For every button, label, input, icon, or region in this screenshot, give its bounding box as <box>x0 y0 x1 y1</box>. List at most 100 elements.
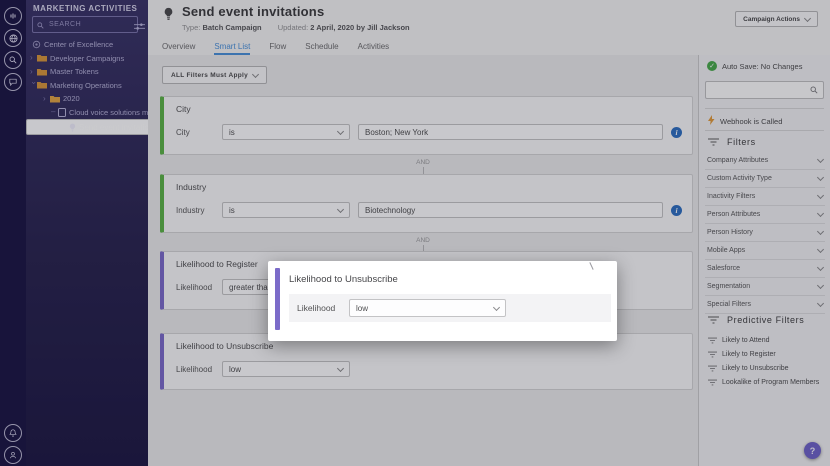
filter-sliders-icon[interactable] <box>134 18 145 36</box>
funnel-icon <box>708 365 717 372</box>
filter-group-person-attributes[interactable]: Person Attributes <box>705 206 825 224</box>
chevron-down-icon[interactable]: › <box>30 82 39 89</box>
filter-card-city: City City is i <box>160 96 693 155</box>
globe-icon[interactable] <box>4 29 22 47</box>
sidebar-search-input[interactable] <box>47 20 121 29</box>
tree-item-developer-campaigns[interactable]: › Developer Campaigns <box>26 52 148 66</box>
predictive-label: Likely to Register <box>722 350 776 358</box>
filter-group-special-filters[interactable]: Special Filters <box>705 296 825 314</box>
webhook-label: Webhook is Called <box>720 116 783 126</box>
likelihood-unsubscribe-modal: Likelihood to Unsubscribe Likelihood low <box>268 261 617 341</box>
card-title: Industry <box>176 182 207 192</box>
user-icon[interactable] <box>4 446 22 464</box>
info-icon[interactable]: i <box>671 126 682 138</box>
filter-group-list: Company Attributes Custom Activity Type … <box>705 152 825 314</box>
operator-value: is <box>229 127 235 137</box>
chevron-down-icon <box>816 191 825 200</box>
predictive-filter-list: Likely to Attend Likely to Register Like… <box>708 333 825 389</box>
filter-group-company-attributes[interactable]: Company Attributes <box>705 152 825 170</box>
search-icon <box>37 16 44 34</box>
group-label: Mobile Apps <box>707 247 746 254</box>
folder-icon <box>37 81 47 89</box>
predictive-likely-to-register[interactable]: Likely to Register <box>708 347 825 361</box>
group-label: Inactivity Filters <box>707 193 756 200</box>
filters-heading-label: Filters <box>727 137 756 147</box>
chevron-right-icon[interactable]: › <box>30 67 37 76</box>
marketing-activities-sidebar: MARKETING ACTIVITIES Center of Excellenc… <box>26 0 148 466</box>
filter-group-person-history[interactable]: Person History <box>705 224 825 242</box>
divider <box>705 130 824 131</box>
campaign-actions-label: Campaign Actions <box>743 15 800 23</box>
tree-item-marketing-operations[interactable]: › Marketing Operations <box>26 79 148 93</box>
chat-icon[interactable] <box>4 73 22 91</box>
tree-item-center-of-excellence[interactable]: Center of Excellence <box>26 38 148 52</box>
filter-card-likelihood-unsubscribe: Likelihood to Unsubscribe Likelihood low <box>160 333 693 390</box>
operator-select[interactable]: is <box>222 124 350 140</box>
chevron-down-icon <box>251 70 260 78</box>
predictive-likely-to-attend[interactable]: Likely to Attend <box>708 333 825 347</box>
collapse-dash-icon[interactable]: – <box>51 108 58 116</box>
operator-value: low <box>229 364 242 374</box>
tab-smart-list[interactable]: Smart List <box>214 38 250 55</box>
group-label: Person Attributes <box>707 211 761 218</box>
search-icon[interactable] <box>4 51 22 69</box>
value-input[interactable] <box>358 124 663 140</box>
folder-icon <box>37 54 47 62</box>
group-label: Special Filters <box>707 301 751 308</box>
help-button[interactable]: ? <box>804 442 821 459</box>
operator-select[interactable]: is <box>222 202 350 218</box>
filters-heading: Filters <box>708 137 756 147</box>
tree-label: Marketing Operations <box>50 80 122 90</box>
panel-search-input[interactable] <box>711 85 810 95</box>
bell-icon[interactable] <box>4 424 22 442</box>
filter-group-segmentation[interactable]: Segmentation <box>705 278 825 296</box>
tree-label: 2020 <box>63 94 80 104</box>
autosave-label: Auto Save: No Changes <box>722 61 803 71</box>
broadcast-icon[interactable] <box>4 7 22 25</box>
filter-group-inactivity-filters[interactable]: Inactivity Filters <box>705 188 825 206</box>
predictive-lookalike-program-members[interactable]: Lookalike of Program Members <box>708 375 825 389</box>
chevron-right-icon[interactable]: › <box>30 54 37 62</box>
campaign-actions-button[interactable]: Campaign Actions <box>735 11 818 27</box>
filter-group-salesforce[interactable]: Salesforce <box>705 260 825 278</box>
chevron-down-icon <box>816 299 825 308</box>
info-icon[interactable]: i <box>671 204 682 216</box>
operator-select[interactable]: low <box>222 361 350 377</box>
filter-group-mobile-apps[interactable]: Mobile Apps <box>705 242 825 260</box>
chevron-down-icon <box>816 263 825 272</box>
tree-item-send-event-invitations[interactable]: Send event invitations <box>26 119 148 135</box>
tab-schedule[interactable]: Schedule <box>305 38 338 55</box>
tab-activities[interactable]: Activities <box>358 38 390 55</box>
predictive-label: Likely to Attend <box>722 336 770 344</box>
tree-item-2020[interactable]: › 2020 <box>26 92 148 106</box>
filter-group-custom-activity-type[interactable]: Custom Activity Type <box>705 170 825 188</box>
tree-label: Send event invitations <box>79 122 148 132</box>
webhook-status[interactable]: Webhook is Called <box>708 115 782 127</box>
filters-mode-button[interactable]: ALL Filters Must Apply <box>162 66 268 84</box>
tab-flow[interactable]: Flow <box>269 38 286 55</box>
tab-overview[interactable]: Overview <box>162 38 195 55</box>
tree-item-cloud-voice-solutions[interactable]: – Cloud voice solutions marke... <box>26 106 148 120</box>
funnel-icon <box>708 379 717 386</box>
value-input[interactable] <box>358 202 663 218</box>
tree-item-master-tokens[interactable]: › Master Tokens <box>26 65 148 79</box>
modal-title: Likelihood to Unsubscribe <box>289 274 398 285</box>
lightbulb-icon <box>163 7 174 26</box>
chevron-down-icon <box>336 127 345 135</box>
filter-lines-icon <box>708 138 719 146</box>
likelihood-value: low <box>356 303 369 313</box>
updated-value: 2 April, 2020 by Jill Jackson <box>310 23 410 32</box>
predictive-likely-to-unsubscribe[interactable]: Likely to Unsubscribe <box>708 361 825 375</box>
sidebar-search[interactable] <box>32 16 138 33</box>
predictive-heading-label: Predictive Filters <box>727 315 805 325</box>
chevron-right-icon[interactable]: › <box>43 94 50 103</box>
likelihood-select[interactable]: low <box>349 299 506 317</box>
org-icon <box>32 40 41 49</box>
panel-search[interactable] <box>705 81 824 99</box>
webhook-icon <box>708 115 715 127</box>
chevron-down-icon <box>816 173 825 182</box>
autosave-status: ✓ Auto Save: No Changes <box>707 61 802 71</box>
filters-mode-label: ALL Filters Must Apply <box>171 71 249 79</box>
app-window: MARKETING ACTIVITIES Center of Excellenc… <box>0 0 830 466</box>
group-label: Company Attributes <box>707 157 769 164</box>
